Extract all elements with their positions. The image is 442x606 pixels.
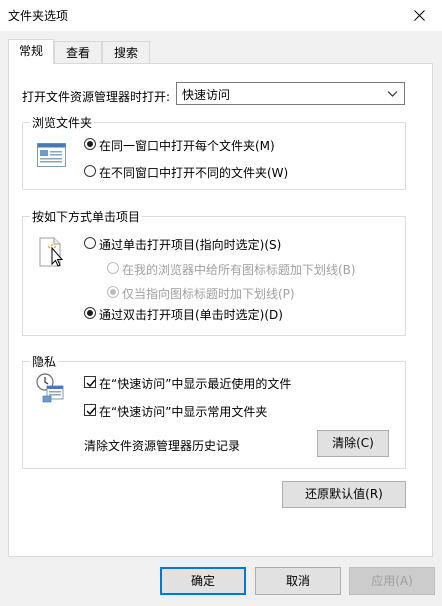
same-window-radio[interactable]	[84, 138, 96, 150]
close-icon	[413, 10, 425, 21]
double-click-label[interactable]: 通过双击打开项目(单击时选定)(D)	[99, 306, 283, 323]
single-click-label[interactable]: 通过单击打开项目(指向时选定)(S)	[99, 236, 281, 253]
open-explorer-select[interactable]: 快速访问	[176, 82, 405, 105]
tab-view[interactable]: 查看	[54, 41, 102, 63]
tab-general-label: 常规	[18, 44, 43, 58]
close-button[interactable]	[396, 0, 442, 31]
single-click-radio[interactable]	[84, 237, 96, 249]
apply-button-label: 应用(A)	[371, 574, 413, 588]
checkmark-icon	[86, 379, 96, 388]
same-window-label[interactable]: 在同一窗口中打开每个文件夹(M)	[99, 137, 275, 154]
chevron-down-icon	[387, 91, 398, 97]
history-clock-icon	[36, 373, 64, 403]
click-items-title: 按如下方式单击项目	[30, 208, 143, 225]
clear-history-label: 清除文件资源管理器历史记录	[84, 439, 241, 453]
cancel-button-label: 取消	[285, 574, 310, 588]
window-title: 文件夹选项	[8, 9, 69, 23]
pointer-click-icon	[39, 237, 64, 267]
tab-search[interactable]: 搜索	[102, 41, 150, 63]
title-bar: 文件夹选项	[0, 0, 442, 31]
folder-window-icon	[37, 143, 66, 167]
clear-history-button-label: 清除(C)	[332, 436, 374, 450]
show-recent-checkbox[interactable]	[84, 376, 96, 388]
ok-button[interactable]: 确定	[160, 567, 246, 595]
underline-browser-radio[interactable]	[107, 262, 119, 274]
show-recent-label[interactable]: 在“快速访问”中显示最近使用的文件	[99, 375, 291, 392]
cancel-button[interactable]: 取消	[255, 567, 341, 595]
underline-browser-label: 在我的浏览器中给所有图标标题加下划线(B)	[122, 263, 356, 277]
apply-button[interactable]: 应用(A)	[349, 567, 435, 595]
clear-history-button[interactable]: 清除(C)	[317, 430, 389, 457]
restore-defaults-label: 还原默认值(R)	[305, 487, 383, 501]
underline-hover-label: 仅当指向图标标题时加下划线(P)	[122, 287, 295, 301]
open-explorer-label: 打开文件资源管理器时打开:	[22, 90, 171, 104]
new-window-label[interactable]: 在不同窗口中打开不同的文件夹(W)	[99, 164, 288, 181]
new-window-radio[interactable]	[84, 165, 96, 177]
browse-folders-title: 浏览文件夹	[30, 114, 95, 131]
tab-search-label: 搜索	[113, 46, 138, 60]
double-click-radio[interactable]	[84, 307, 96, 319]
show-frequent-checkbox[interactable]	[84, 404, 96, 416]
underline-hover-radio[interactable]	[107, 286, 119, 298]
open-explorer-selected: 快速访问	[182, 88, 231, 102]
tab-general[interactable]: 常规	[8, 39, 54, 64]
privacy-title: 隐私	[30, 353, 59, 370]
ok-button-label: 确定	[190, 574, 215, 588]
show-frequent-label[interactable]: 在“快速访问”中显示常用文件夹	[99, 403, 267, 420]
checkmark-icon	[86, 407, 96, 416]
tab-view-label: 查看	[65, 46, 90, 60]
restore-defaults-button[interactable]: 还原默认值(R)	[282, 481, 406, 508]
